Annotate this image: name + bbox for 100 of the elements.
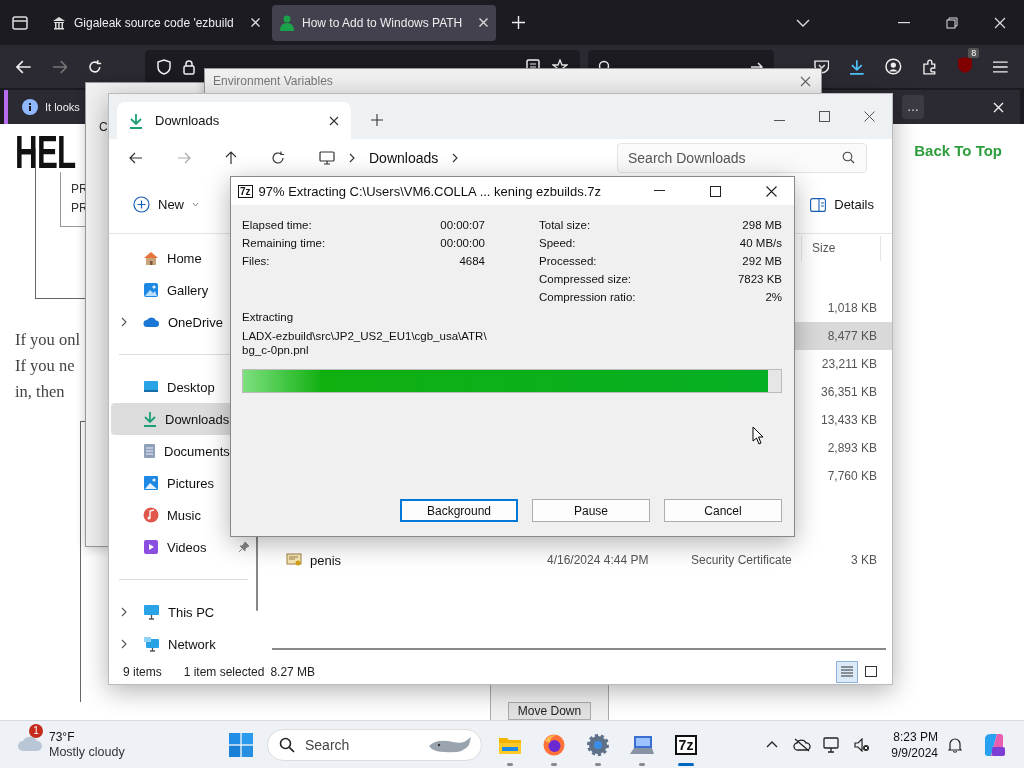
file-size: 8,477 KB xyxy=(827,329,877,343)
reload-icon[interactable] xyxy=(87,58,103,75)
start-icon[interactable] xyxy=(229,732,253,757)
bell-icon[interactable] xyxy=(948,736,962,753)
stat-label: Compression ratio: xyxy=(539,291,636,303)
plus-circle-icon xyxy=(133,196,150,213)
chevron-right-icon[interactable] xyxy=(349,152,355,163)
details-pane-icon xyxy=(810,197,827,212)
stat-value: 00:00:00 xyxy=(440,237,485,249)
browser-tab[interactable]: How to Add to Windows PATH xyxy=(272,4,496,41)
restore-icon[interactable] xyxy=(946,16,958,29)
file-size: 3 KB xyxy=(851,553,877,567)
browser-tab[interactable]: Gigaleak source code 'ezbuild xyxy=(44,4,268,41)
stat-label: Remaining time: xyxy=(242,237,326,249)
clock[interactable]: 8:23 PM 9/9/2024 xyxy=(891,728,938,761)
close-icon[interactable] xyxy=(766,185,777,197)
notification-badge: 1 xyxy=(29,724,43,738)
download-icon xyxy=(143,411,157,427)
file-size: 36,351 KB xyxy=(820,385,877,399)
minimize-icon[interactable] xyxy=(898,21,910,24)
site-logo[interactable]: HEL xyxy=(15,130,76,174)
pocket-icon[interactable] xyxy=(813,59,830,74)
cloud-icon xyxy=(17,734,43,752)
account-icon[interactable] xyxy=(885,58,902,75)
music-icon xyxy=(143,507,159,523)
minimize-icon[interactable] xyxy=(774,120,785,122)
refresh-icon[interactable] xyxy=(271,150,285,165)
monitor-icon xyxy=(143,604,160,620)
search-field[interactable]: Search Downloads xyxy=(617,142,867,173)
temperature: 73°F xyxy=(49,729,76,745)
explorer-tab[interactable]: Downloads xyxy=(117,102,351,139)
file-path: LADX-ezbuild\src\JP2_US2_EU1\cgb_usa\ATR\ xyxy=(242,329,488,343)
pin-icon[interactable] xyxy=(238,541,250,553)
laptop-icon xyxy=(629,733,655,756)
chevron-right-icon[interactable] xyxy=(121,607,127,617)
speaker-muted-icon[interactable] xyxy=(854,737,871,752)
selection-status: 1 item selected xyxy=(183,664,265,679)
time: 8:23 PM xyxy=(893,728,938,745)
document-icon xyxy=(143,443,156,459)
item-count: 9 items xyxy=(123,664,162,679)
chevron-down-icon[interactable] xyxy=(796,18,810,27)
cloud-off-icon[interactable] xyxy=(793,737,812,752)
browser-icon xyxy=(542,732,566,757)
window-title: Environment Variables xyxy=(213,74,333,88)
new-button[interactable]: New xyxy=(129,190,203,219)
stat-label: Compressed size: xyxy=(539,273,632,285)
details-button[interactable]: Details xyxy=(806,191,878,218)
back-icon[interactable] xyxy=(129,151,143,164)
stat-value: 292 MB xyxy=(742,255,782,267)
chevron-right-icon[interactable] xyxy=(121,639,127,649)
article-text: If you onl xyxy=(15,329,81,351)
house-icon xyxy=(143,250,159,266)
move-down-button[interactable]: Move Down xyxy=(507,702,592,720)
close-icon[interactable] xyxy=(864,111,875,122)
download-icon[interactable] xyxy=(849,58,866,75)
chevron-right-icon[interactable] xyxy=(121,317,127,327)
stat-value: 40 MB/s xyxy=(739,237,782,249)
column-header[interactable]: Size xyxy=(801,236,881,261)
window-title: 97% Extracting C:\Users\VM6.COLLA ... kening ezbuilds.7z xyxy=(258,183,602,199)
person-icon xyxy=(280,14,294,31)
breadcrumb-item[interactable]: Downloads xyxy=(369,149,439,166)
maximize-icon[interactable] xyxy=(819,111,830,122)
article-text: If you ne xyxy=(15,355,75,377)
sidebar-item[interactable]: This PC xyxy=(111,596,264,628)
square-icon xyxy=(865,665,877,678)
more-button[interactable]: … xyxy=(902,95,924,119)
stat-value: 2% xyxy=(765,291,782,303)
app-logo: 7z xyxy=(674,734,698,755)
sidebar-item[interactable]: Videos xyxy=(111,531,264,563)
sidebar-item[interactable]: Network xyxy=(111,628,264,660)
file-size: 2,893 KB xyxy=(827,441,877,455)
chevron-up-icon[interactable] xyxy=(766,741,779,748)
up-icon[interactable] xyxy=(225,150,237,165)
minimize-icon[interactable] xyxy=(654,190,665,192)
dialog-button[interactable]: Pause xyxy=(532,499,650,522)
file-size: 13,433 KB xyxy=(820,413,877,427)
menu-icon[interactable] xyxy=(993,60,1008,73)
taskbar-search[interactable]: Search xyxy=(267,728,482,761)
dialog-button[interactable]: Cancel xyxy=(664,499,782,522)
building-icon xyxy=(52,15,66,30)
puzzle-icon[interactable] xyxy=(921,58,938,75)
assistant-icon[interactable] xyxy=(982,732,1006,757)
stat-value: 298 MB xyxy=(742,219,782,231)
image-icon xyxy=(143,282,159,298)
taskbar-app[interactable]: 7z xyxy=(664,722,708,767)
shield-icon[interactable] xyxy=(156,58,171,75)
address-bar[interactable]: Downloads xyxy=(311,142,607,173)
selection-size: 8.27 MB xyxy=(270,664,316,679)
tab-list-icon[interactable] xyxy=(12,15,28,30)
info-icon xyxy=(22,99,38,115)
dialog-tab[interactable]: C xyxy=(99,120,108,134)
file-row[interactable]: penis 4/16/2024 4:44 PM Security Certificate 3 KB xyxy=(264,546,892,574)
download-icon xyxy=(129,112,143,129)
maximize-icon[interactable] xyxy=(710,185,721,197)
dialog-button[interactable]: Background xyxy=(400,499,518,522)
chevron-right-icon[interactable] xyxy=(452,152,459,163)
lock-icon[interactable] xyxy=(182,58,195,75)
close-tab-icon[interactable] xyxy=(329,115,339,126)
monitor-icon[interactable] xyxy=(823,736,842,753)
forward-icon[interactable] xyxy=(51,59,68,74)
